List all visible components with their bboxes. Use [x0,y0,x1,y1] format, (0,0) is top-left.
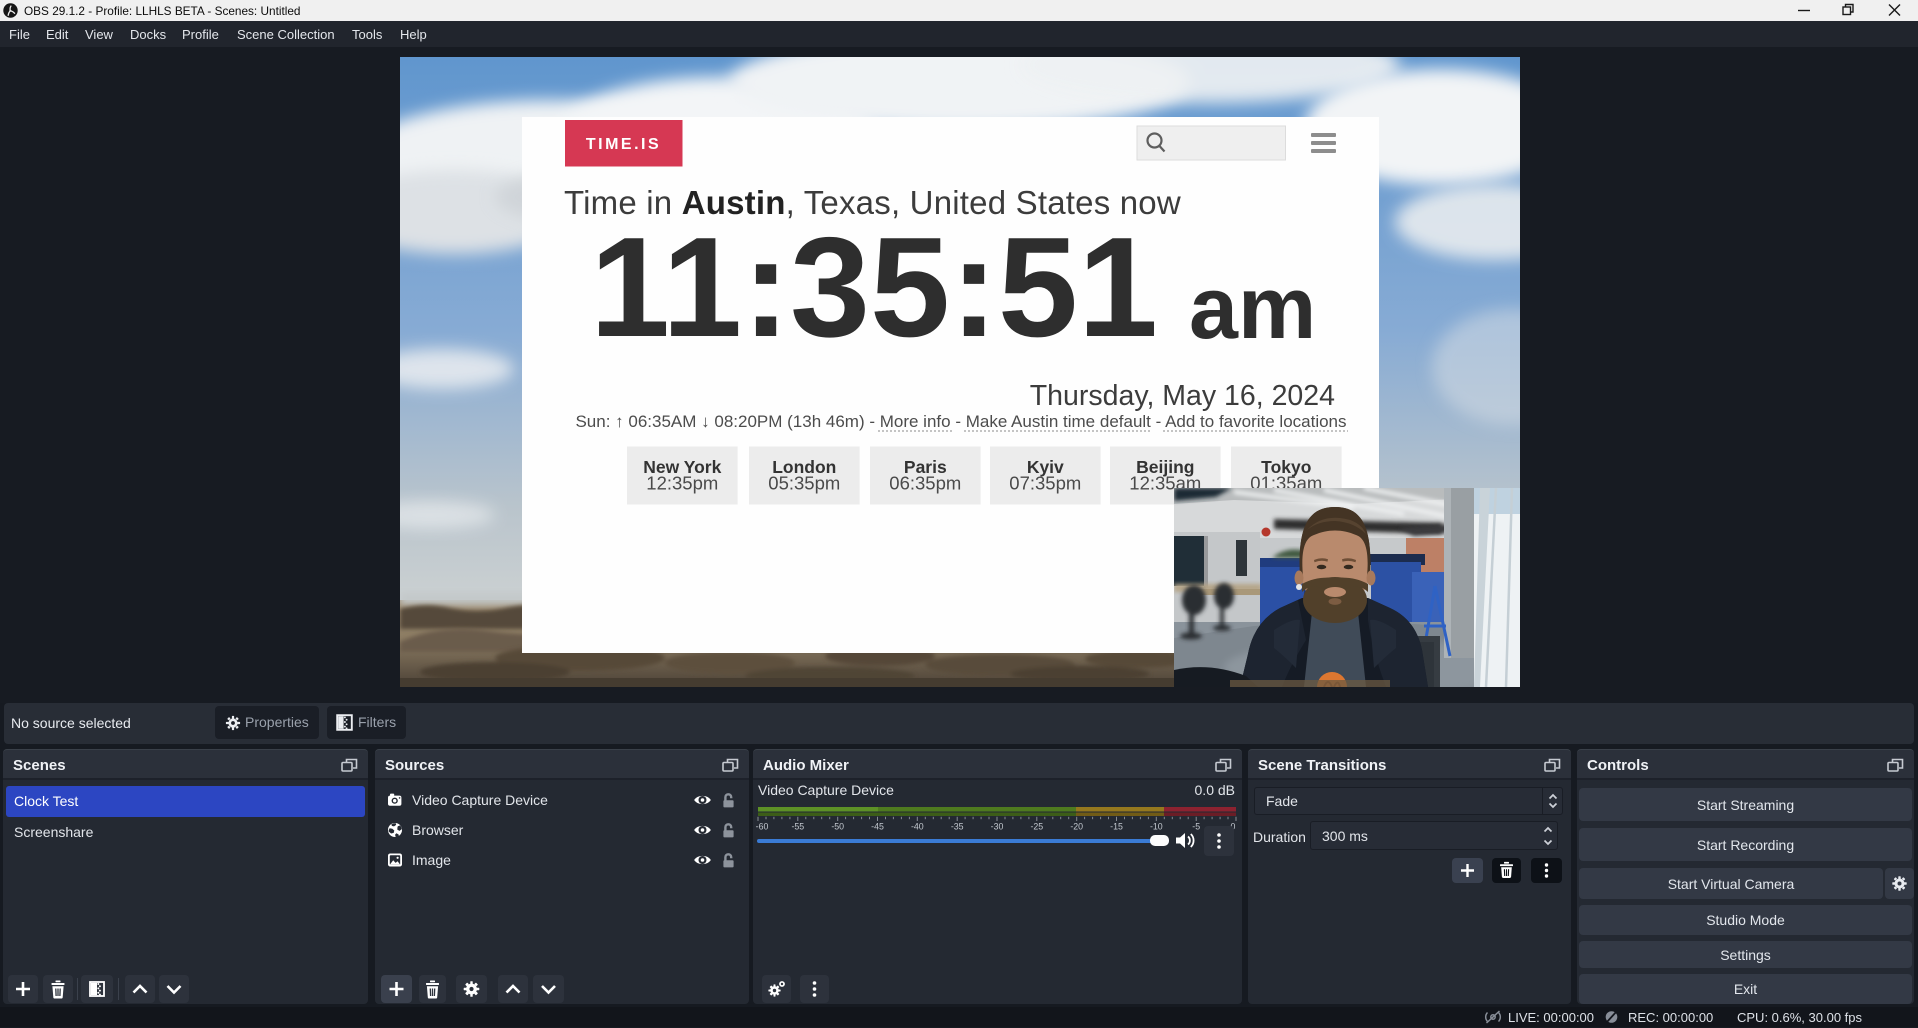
svg-text:-60: -60 [756,822,768,831]
svg-text:-20: -20 [1070,822,1083,831]
svg-text:-30: -30 [991,822,1004,831]
svg-text:-35: -35 [951,822,964,831]
svg-text:07:35pm: 07:35pm [1009,473,1081,494]
svg-text:-45: -45 [871,822,884,831]
svg-text:06:35pm: 06:35pm [889,473,961,494]
svg-text:Thursday, May 16, 2024: Thursday, May 16, 2024 [1030,380,1335,412]
svg-text:-5: -5 [1192,822,1200,831]
svg-text:-15: -15 [1110,822,1123,831]
svg-text:-50: -50 [831,822,844,831]
svg-text:TIME.IS: TIME.IS [586,136,661,153]
svg-text:-25: -25 [1030,822,1043,831]
svg-text:-10: -10 [1150,822,1163,831]
svg-text:05:35pm: 05:35pm [768,473,840,494]
svg-text:Sun: ↑ 06:35AM ↓ 08:20PM (13h: Sun: ↑ 06:35AM ↓ 08:20PM (13h 46m) - Mor… [575,412,1346,431]
svg-text:-40: -40 [911,822,924,831]
svg-text:am: am [1189,258,1316,357]
svg-text:12:35pm: 12:35pm [646,473,718,494]
svg-text:11:35:51: 11:35:51 [590,208,1158,367]
svg-text:-55: -55 [791,822,804,831]
